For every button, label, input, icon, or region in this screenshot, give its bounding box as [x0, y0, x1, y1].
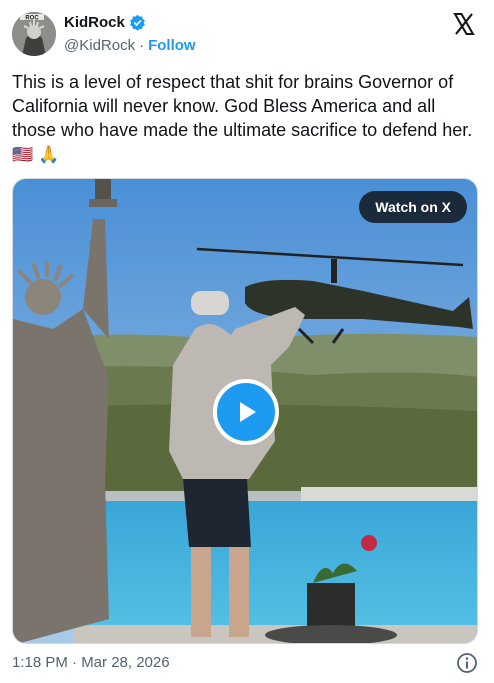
author-handle[interactable]: @KidRock — [64, 37, 135, 54]
tweet-body: This is a level of respect that shit for… — [12, 72, 473, 140]
verified-badge-icon — [129, 14, 145, 31]
video-media[interactable]: Watch on X — [12, 178, 478, 644]
info-icon[interactable] — [456, 652, 478, 674]
us-flag-emoji: 🇺🇸 — [12, 145, 34, 164]
handle-separator: · — [139, 37, 145, 54]
tweet-card: ROC KidRock @KidRock · Follow This is a … — [0, 0, 494, 683]
author-display-name[interactable]: KidRock — [64, 14, 125, 31]
x-logo-icon[interactable] — [452, 12, 476, 36]
tweet-timestamp[interactable]: 1:18 PM · Mar 28, 2026 — [12, 654, 170, 671]
author-name-row: KidRock — [64, 14, 146, 31]
avatar[interactable]: ROC — [12, 12, 56, 56]
praying-hands-emoji: 🙏 — [38, 145, 60, 164]
play-icon — [240, 402, 256, 422]
watch-on-x-button[interactable]: Watch on X — [359, 191, 467, 223]
tweet-text: This is a level of respect that shit for… — [12, 70, 482, 167]
avatar-text: ROC — [25, 16, 39, 22]
author-handle-row: @KidRock · Follow — [64, 37, 196, 54]
play-button[interactable] — [213, 379, 279, 445]
follow-button[interactable]: Follow — [148, 37, 196, 54]
